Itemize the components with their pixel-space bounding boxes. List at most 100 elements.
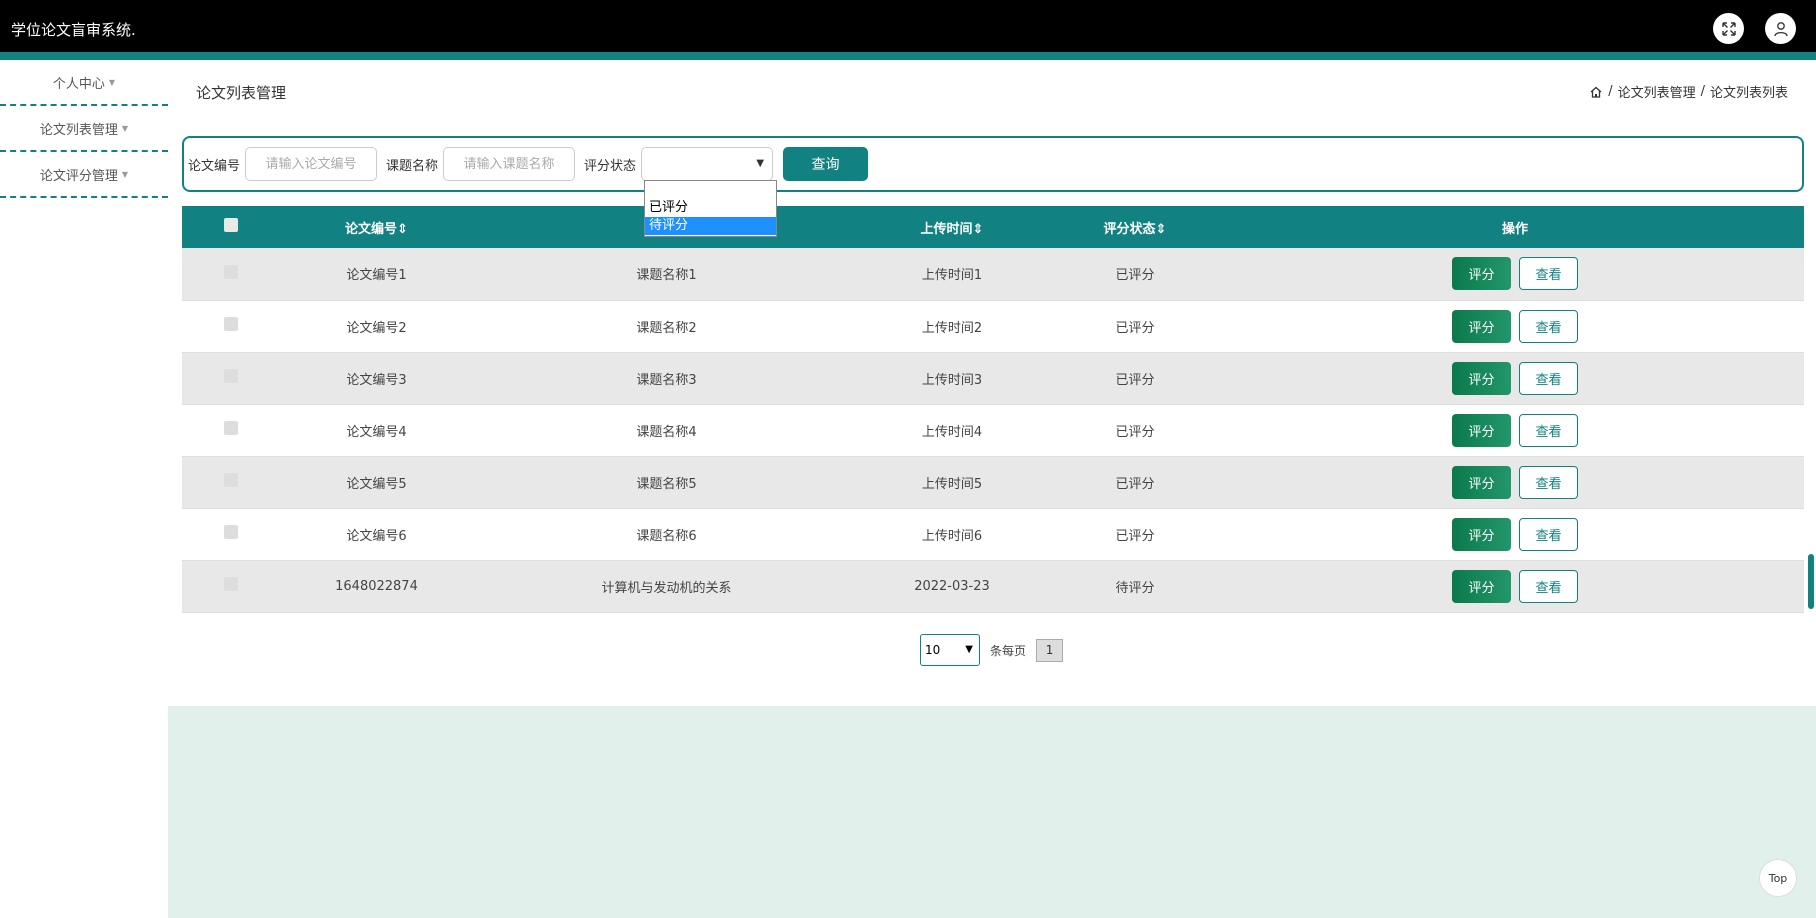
- score-button[interactable]: 评分: [1452, 309, 1511, 343]
- view-button[interactable]: 查看: [1519, 569, 1578, 603]
- row-checkbox[interactable]: [224, 421, 238, 435]
- topic-cell: 课题名称2: [636, 320, 697, 336]
- status-option-blank[interactable]: [645, 181, 776, 199]
- upload-time-cell: 上传时间3: [921, 372, 983, 388]
- paper-no-cell: 1648022874: [335, 578, 418, 594]
- breadcrumb-separator: /: [1700, 84, 1705, 99]
- per-page-label: 条每页: [990, 643, 1027, 658]
- home-icon[interactable]: [1589, 85, 1603, 99]
- sidebar: 个人中心 ▼ 论文列表管理 ▼ 论文评分管理 ▼: [0, 60, 168, 198]
- topic-input[interactable]: [443, 147, 576, 181]
- status-cell: 已评分: [1115, 372, 1155, 388]
- row-checkbox[interactable]: [224, 317, 238, 331]
- column-header-status[interactable]: 评分状态⇕: [1044, 206, 1226, 248]
- status-option-scored[interactable]: 已评分: [645, 199, 776, 217]
- score-button[interactable]: 评分: [1452, 465, 1511, 499]
- table-row: 1648022874 计算机与发动机的关系 2022-03-23 待评分 评分 查看: [182, 560, 1804, 612]
- status-cell: 已评分: [1115, 476, 1155, 492]
- user-button[interactable]: [1765, 13, 1796, 44]
- row-select-cell: [182, 404, 280, 456]
- row-checkbox[interactable]: [224, 525, 238, 539]
- upload-time-cell: 上传时间1: [921, 268, 983, 284]
- row-select-cell: [182, 300, 280, 352]
- upload-time-cell: 2022-03-23: [914, 578, 990, 594]
- query-button[interactable]: 查询: [783, 147, 869, 181]
- paper-no-cell: 论文编号3: [346, 372, 407, 388]
- score-button[interactable]: 评分: [1452, 257, 1511, 291]
- topic-cell: 计算机与发动机的关系: [601, 580, 732, 596]
- row-checkbox[interactable]: [224, 369, 238, 383]
- table-row: 论文编号1 课题名称1 上传时间1 已评分 评分 查看: [182, 248, 1804, 300]
- chevron-down-icon: ▼: [756, 158, 765, 169]
- topic-cell: 课题名称4: [636, 424, 697, 440]
- view-button[interactable]: 查看: [1519, 309, 1578, 343]
- sidebar-item-personal-center[interactable]: 个人中心 ▼: [0, 60, 168, 106]
- sidebar-item-paper-scoring[interactable]: 论文评分管理 ▼: [0, 152, 168, 198]
- chevron-down-icon: ▼: [965, 644, 973, 655]
- score-button[interactable]: 评分: [1452, 361, 1511, 395]
- status-cell: 已评分: [1115, 320, 1155, 336]
- scrollbar-thumb[interactable]: [1808, 554, 1814, 609]
- status-cell: 已评分: [1115, 424, 1155, 440]
- column-header-upload-time[interactable]: 上传时间⇕: [860, 206, 1044, 248]
- page-number-button[interactable]: 1: [1036, 638, 1064, 662]
- score-button[interactable]: 评分: [1452, 569, 1511, 603]
- paper-no-cell: 论文编号1: [346, 268, 407, 284]
- back-to-top-button[interactable]: Top: [1759, 859, 1797, 897]
- actions-cell: 评分 查看: [1226, 300, 1804, 352]
- paper-no-cell: 论文编号4: [346, 424, 407, 440]
- topic-cell: 课题名称5: [636, 476, 697, 492]
- sidebar-item-paper-list[interactable]: 论文列表管理 ▼: [0, 106, 168, 152]
- caret-down-icon: ▼: [121, 123, 129, 133]
- header-accent-stripe: [0, 52, 1816, 60]
- upload-time-cell: 上传时间4: [921, 424, 983, 440]
- sort-icon: ⇕: [1155, 221, 1167, 237]
- select-all-checkbox[interactable]: [224, 218, 238, 232]
- sort-icon: ⇕: [972, 221, 984, 237]
- topic-cell: 课题名称6: [636, 528, 697, 544]
- row-checkbox[interactable]: [224, 473, 238, 487]
- actions-cell: 评分 查看: [1226, 456, 1804, 508]
- table-row: 论文编号3 课题名称3 上传时间3 已评分 评分 查看: [182, 352, 1804, 404]
- upload-time-cell: 上传时间6: [921, 528, 983, 544]
- pagination: 10 ▼ 条每页 1: [920, 634, 1064, 666]
- view-button[interactable]: 查看: [1519, 413, 1578, 447]
- score-button[interactable]: 评分: [1452, 517, 1511, 551]
- row-select-cell: [182, 352, 280, 404]
- row-select-cell: [182, 560, 280, 612]
- row-checkbox[interactable]: [224, 264, 238, 279]
- paper-no-cell: 论文编号6: [346, 528, 407, 544]
- breadcrumb-item[interactable]: 论文列表管理: [1618, 82, 1696, 101]
- page-size-select[interactable]: 10 ▼: [920, 634, 980, 666]
- status-cell: 已评分: [1115, 268, 1155, 284]
- upload-time-cell: 上传时间2: [921, 320, 983, 336]
- actions-cell: 评分 查看: [1226, 352, 1804, 404]
- score-button[interactable]: 评分: [1452, 413, 1511, 447]
- status-cell: 已评分: [1115, 528, 1155, 544]
- view-button[interactable]: 查看: [1519, 465, 1578, 499]
- top-bar: 学位论文盲审系统.: [0, 0, 1816, 60]
- paper-no-input[interactable]: [245, 147, 378, 181]
- row-checkbox[interactable]: [224, 577, 238, 591]
- status-option-pending[interactable]: 待评分: [645, 217, 776, 235]
- paper-table: 论文编号⇕ 上传时间⇕ 评分状态⇕ 操作 论文编号1 课题名称1 上传时间1 已评分评…: [182, 206, 1804, 613]
- search-form: 论文编号 课题名称 评分状态 ▼ 查询: [182, 136, 1804, 192]
- fullscreen-button[interactable]: [1713, 13, 1744, 44]
- status-select[interactable]: ▼: [641, 147, 774, 181]
- view-button[interactable]: 查看: [1519, 361, 1578, 395]
- caret-down-icon: ▼: [121, 169, 129, 179]
- row-select-cell: [182, 248, 280, 300]
- column-header-paper-no[interactable]: 论文编号⇕: [280, 206, 473, 248]
- topic-cell: 课题名称1: [636, 268, 697, 284]
- view-button[interactable]: 查看: [1519, 517, 1578, 551]
- select-all-cell: [182, 206, 280, 248]
- table-header-row: 论文编号⇕ 上传时间⇕ 评分状态⇕ 操作: [182, 206, 1804, 248]
- paper-no-cell: 论文编号5: [346, 476, 407, 492]
- sidebar-item-label: 个人中心: [52, 76, 105, 92]
- view-button[interactable]: 查看: [1519, 257, 1578, 291]
- actions-cell: 评分 查看: [1226, 508, 1804, 560]
- sidebar-item-label: 论文评分管理: [39, 168, 118, 184]
- page-size-value: 10: [925, 643, 941, 657]
- breadcrumb-item: 论文列表列表: [1709, 86, 1788, 101]
- status-label: 评分状态: [584, 158, 637, 174]
